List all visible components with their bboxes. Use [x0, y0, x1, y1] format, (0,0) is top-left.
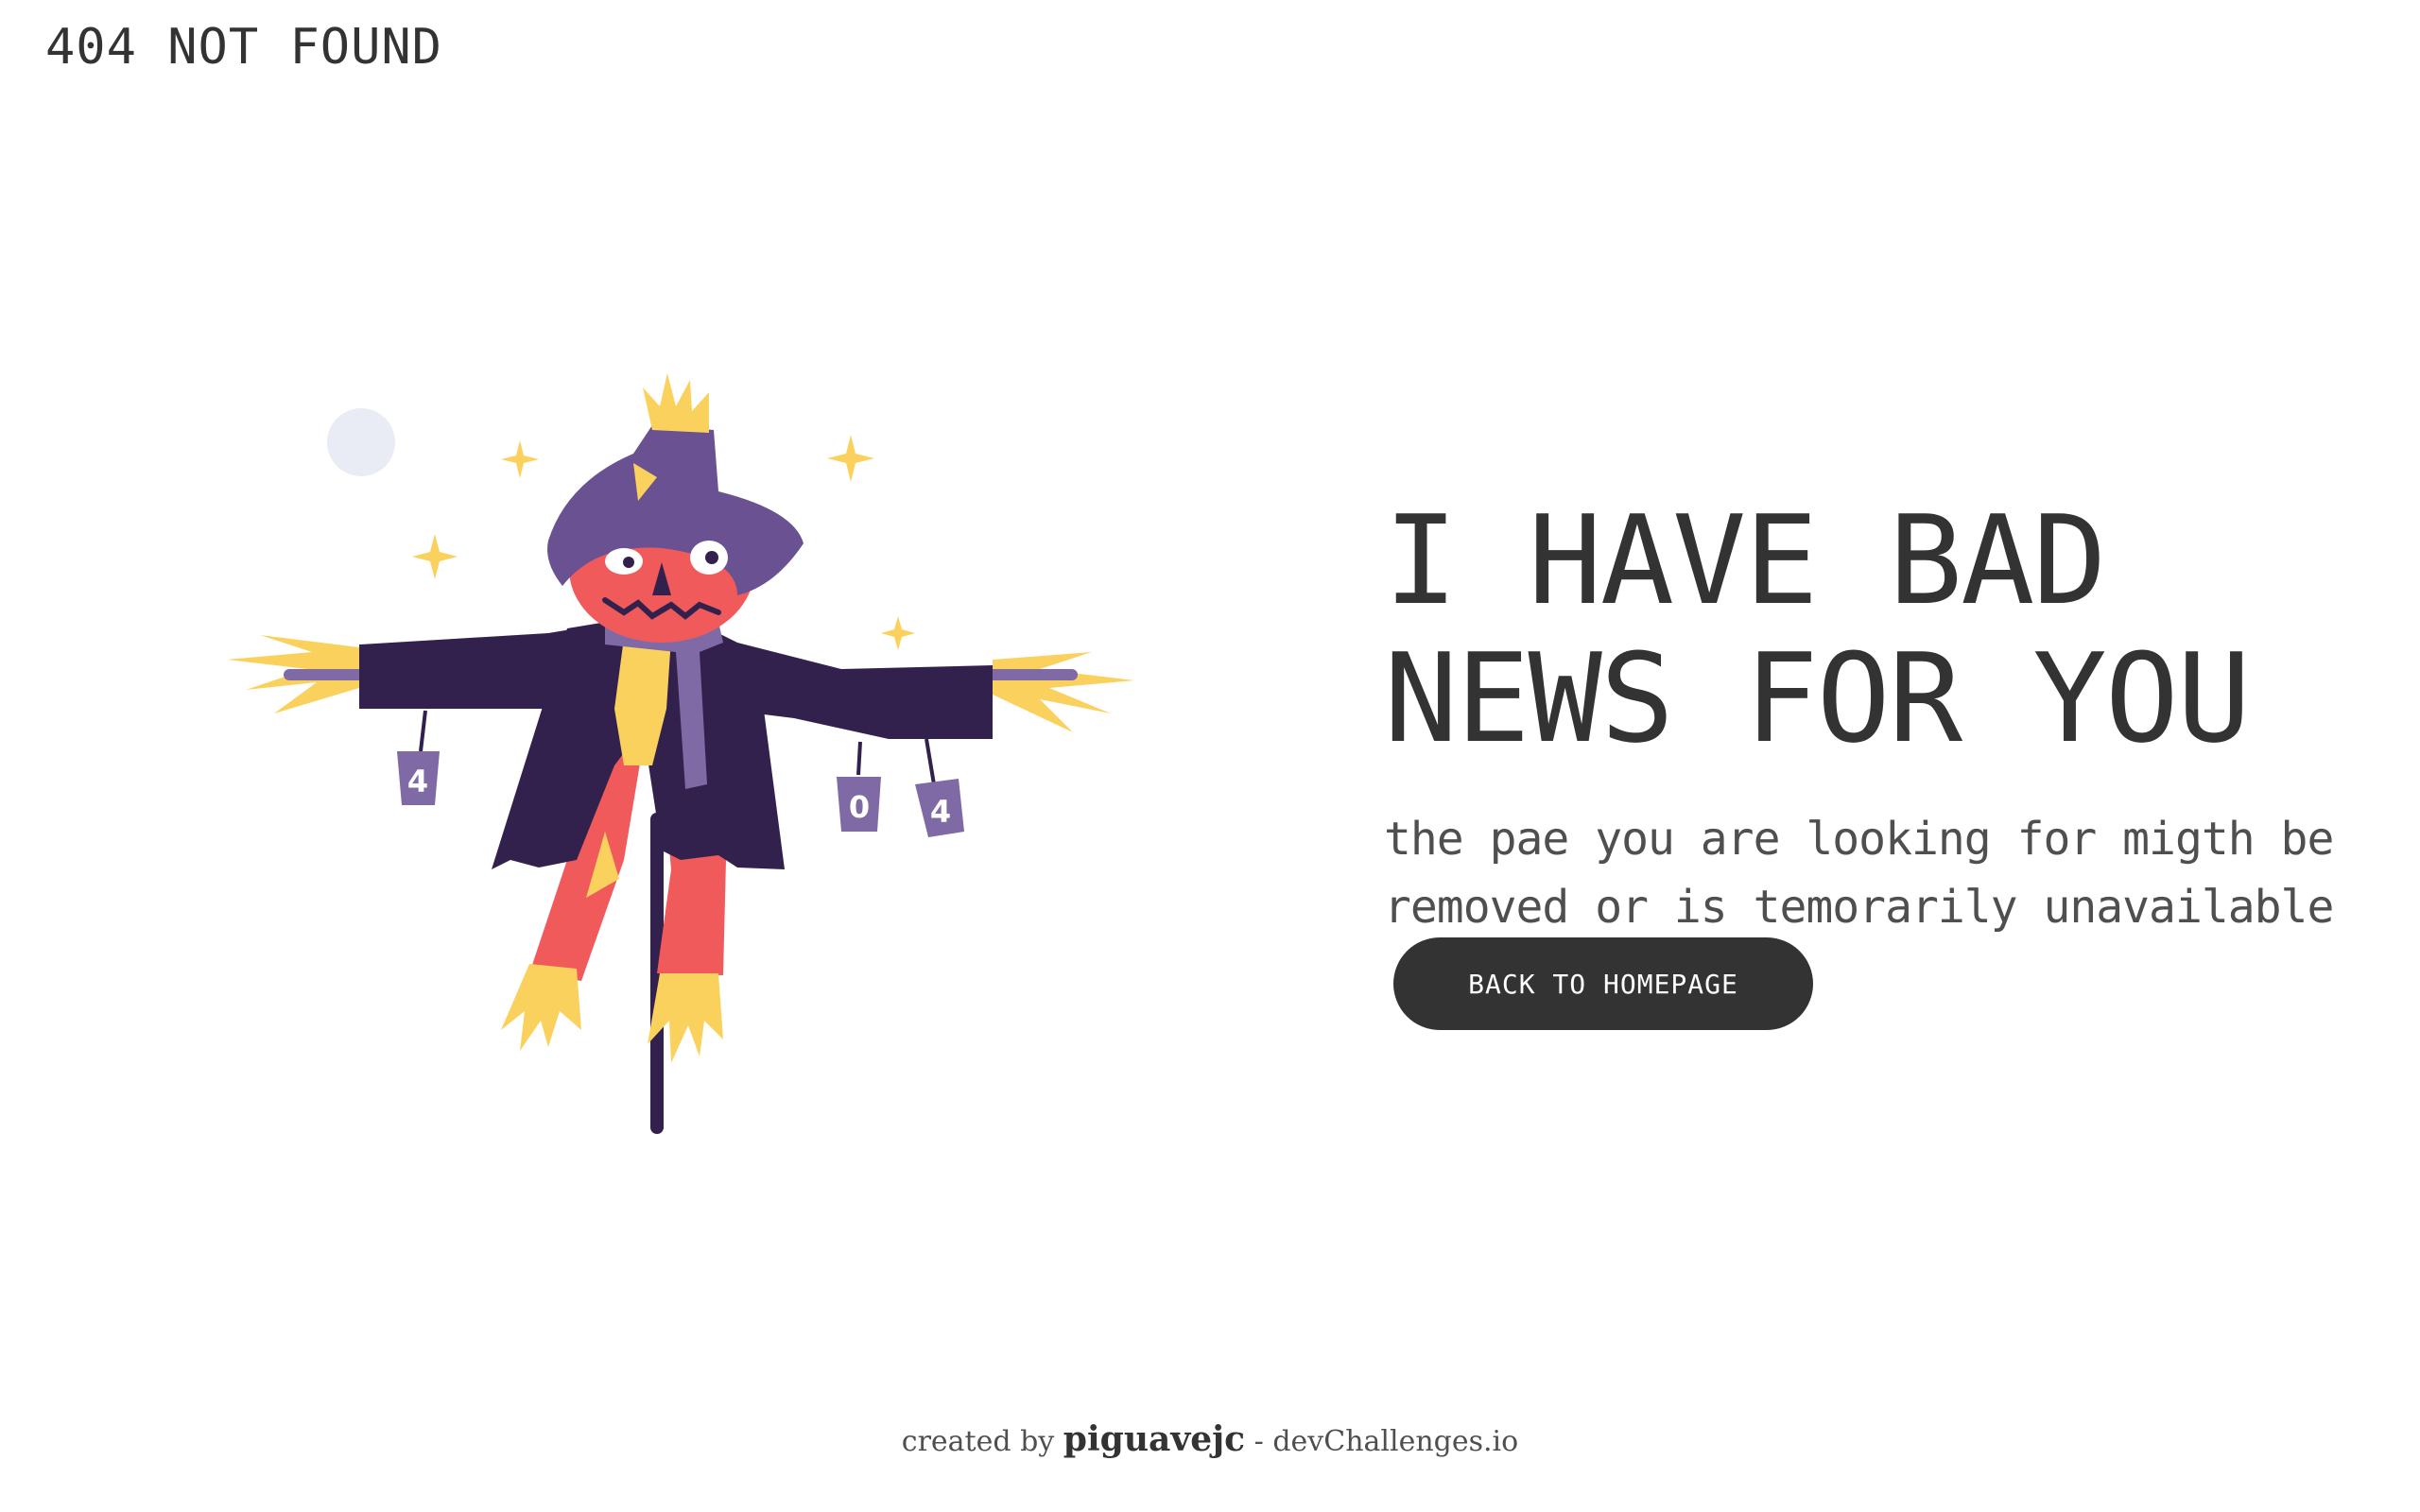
- can-4-right: 4: [915, 779, 964, 837]
- scarecrow-illustration: 4 0 4: [227, 373, 1134, 1134]
- sparkle-icon: [827, 435, 874, 482]
- error-message: I HAVE BAD NEWS FOR YOU the pae you are …: [1384, 491, 2386, 941]
- sparkle-icon: [412, 534, 458, 579]
- footer: created by piguavejc - devChallenges.io: [0, 1419, 2420, 1459]
- footer-separator: -: [1253, 1425, 1264, 1458]
- can-label: 4: [930, 794, 951, 830]
- headline-line: I HAVE BAD: [1384, 489, 2107, 632]
- headline-line: NEWS FOR YOU: [1384, 627, 2251, 770]
- description-line: the pae you are looking for migth be: [1384, 813, 2334, 866]
- site-link[interactable]: devChallenges.io: [1272, 1425, 1518, 1458]
- footer-prefix: created by: [901, 1425, 1055, 1458]
- brand-title: 404 NOT FOUND: [45, 19, 442, 76]
- can-4-left: 4: [397, 751, 440, 805]
- sparkle-icon: [881, 616, 915, 650]
- can-label: 4: [407, 764, 428, 799]
- sparkle-icon: [501, 440, 539, 478]
- back-to-homepage-button[interactable]: BACK TO HOMEPAGE: [1393, 937, 1813, 1030]
- description-line: removed or is temorarily unavailable: [1384, 881, 2334, 934]
- can-label: 0: [849, 789, 870, 825]
- headline: I HAVE BAD NEWS FOR YOU: [1384, 491, 2386, 767]
- error-description: the pae you are looking for migth be rem…: [1384, 805, 2386, 941]
- moon-icon: [327, 408, 395, 476]
- author-link[interactable]: piguavejc: [1063, 1419, 1245, 1459]
- can-0: 0: [837, 777, 881, 832]
